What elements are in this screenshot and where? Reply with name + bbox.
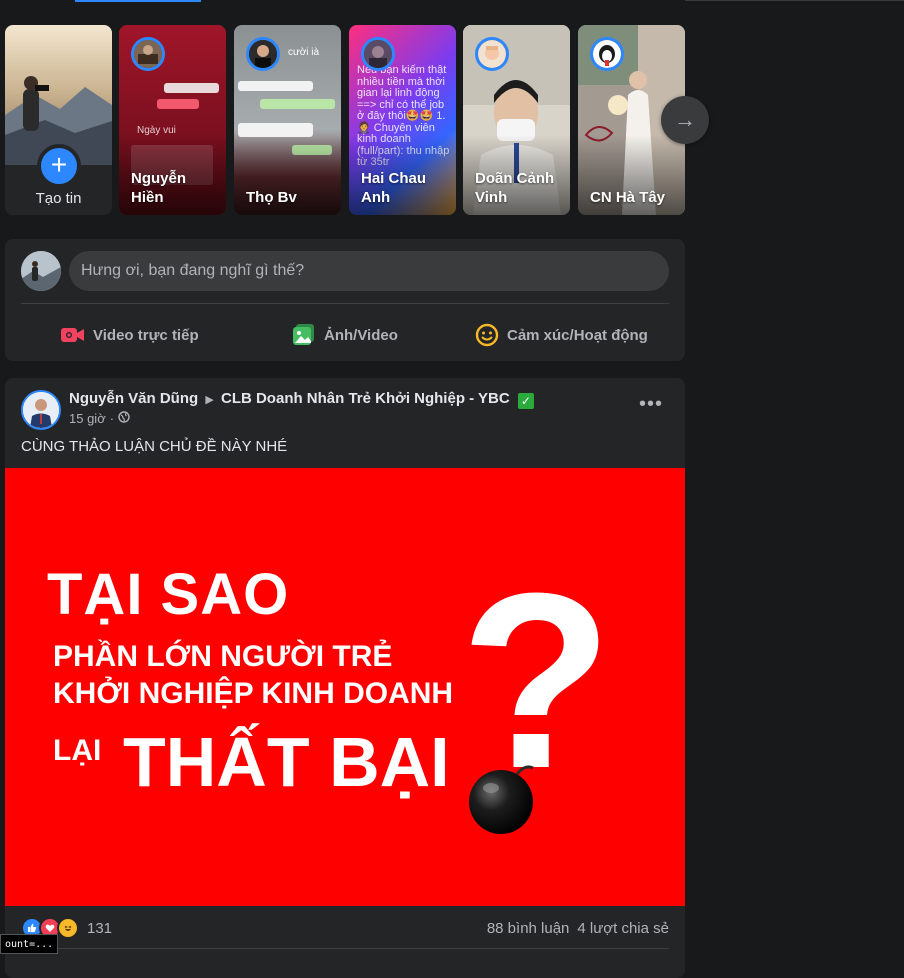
haha-reaction-icon[interactable] (57, 917, 79, 939)
story-card-3[interactable]: Nếu bạn kiếm thật nhiều tiền mà thời gia… (349, 25, 456, 215)
post-stats: 88 bình luận 4 lượt chia sẻ (487, 920, 669, 937)
feeling-activity-label: Cảm xúc/Hoạt động (507, 326, 648, 344)
post-actions-divider (21, 948, 669, 949)
more-options-icon[interactable]: ••• (633, 394, 669, 418)
photo-video-icon (292, 323, 316, 347)
story-avatar (361, 37, 395, 71)
group-name[interactable]: CLB Doanh Nhân Trẻ Khởi Nghiệp - YBC (221, 390, 510, 407)
story-preview-shape (260, 99, 335, 109)
comment-count[interactable]: 88 bình luận (487, 920, 570, 937)
image-text-line3: KHỞI NGHIỆP KINH DOANH (53, 677, 454, 710)
photo-video-button[interactable]: Ảnh/Video (292, 315, 398, 355)
separator-arrow-icon: ▶ (205, 394, 214, 406)
story-avatar (246, 37, 280, 71)
reactions-row: 131 88 bình luận 4 lượt chia sẻ (21, 916, 669, 940)
author-name[interactable]: Nguyễn Văn Dũng (69, 390, 198, 407)
verified-check-icon: ✓ (517, 393, 534, 409)
story-preview-shape (157, 99, 199, 109)
active-tab-indicator (75, 0, 201, 2)
image-text-line4-small: LẠI (53, 734, 102, 767)
post-time[interactable]: 15 giờ (69, 411, 106, 426)
author-avatar[interactable] (21, 390, 61, 430)
stories-next-button[interactable]: → (661, 96, 709, 144)
stories-tray: + Tạo tin Ngày vui Nguyễn Hiền cười ià T… (5, 25, 685, 215)
feeling-activity-button[interactable]: Cảm xúc/Hoạt động (475, 315, 648, 355)
create-story-label: Tạo tin (35, 190, 82, 207)
user-avatar[interactable] (21, 251, 61, 291)
story-card-2[interactable]: cười ià Thọ Bv (234, 25, 341, 215)
story-avatar (131, 37, 165, 71)
story-preview-shape (238, 81, 313, 91)
story-name: Hai Chau Anh (361, 170, 427, 206)
story-card-1[interactable]: Ngày vui Nguyễn Hiền (119, 25, 226, 215)
live-video-button[interactable]: Video trực tiếp (61, 315, 199, 355)
image-text-line2: PHẦN LỚN NGƯỜI TRẺ (53, 640, 393, 673)
story-avatar (475, 37, 509, 71)
status-tooltip: ount=... (0, 934, 59, 954)
story-preview-shape (164, 83, 219, 93)
post-header: Nguyễn Văn Dũng ▶ CLB Doanh Nhân Trẻ Khở… (69, 390, 534, 409)
story-name: Thọ Bv (246, 189, 297, 206)
header-divider (685, 0, 904, 1)
add-story-icon[interactable]: + (37, 144, 81, 188)
image-text-line1: TẠI SAO (47, 562, 290, 627)
share-count[interactable]: 4 lượt chia sẻ (577, 920, 669, 937)
story-avatar (590, 37, 624, 71)
post-meta: 15 giờ · (69, 411, 130, 426)
whats-on-your-mind-input[interactable]: Hưng ơi, bạn đang nghĩ gì thế? (69, 251, 669, 291)
smiley-icon (475, 323, 499, 347)
story-name: Nguyễn Hiền (131, 170, 187, 206)
live-video-icon (61, 323, 85, 347)
reaction-count[interactable]: 131 (87, 920, 112, 937)
bomb-icon (469, 765, 534, 834)
story-card-4[interactable]: Doãn Cảnh Vinh (463, 25, 570, 215)
image-text-line4-big: THẤT BẠI (123, 723, 450, 801)
post-composer: Hưng ơi, bạn đang nghĩ gì thế? Video trự… (5, 239, 685, 361)
story-name: Doãn Cảnh Vinh (475, 170, 555, 206)
post-image[interactable]: TẠI SAO PHẦN LỚN NGƯỜI TRẺ KHỞI NGHIỆP K… (5, 468, 685, 906)
create-story-card[interactable]: + Tạo tin (5, 25, 112, 215)
photo-video-label: Ảnh/Video (324, 326, 398, 344)
post-caption: CÙNG THẢO LUẬN CHỦ ĐỀ NÀY NHÉ (21, 438, 288, 455)
story-overlay-text: cười ià (288, 47, 320, 58)
globe-icon (118, 411, 130, 426)
feed-post: Nguyễn Văn Dũng ▶ CLB Doanh Nhân Trẻ Khở… (5, 378, 685, 978)
live-video-label: Video trực tiếp (93, 326, 199, 344)
story-name: CN Hà Tây (590, 189, 666, 206)
composer-divider (21, 303, 669, 304)
meta-dot: · (109, 411, 115, 426)
